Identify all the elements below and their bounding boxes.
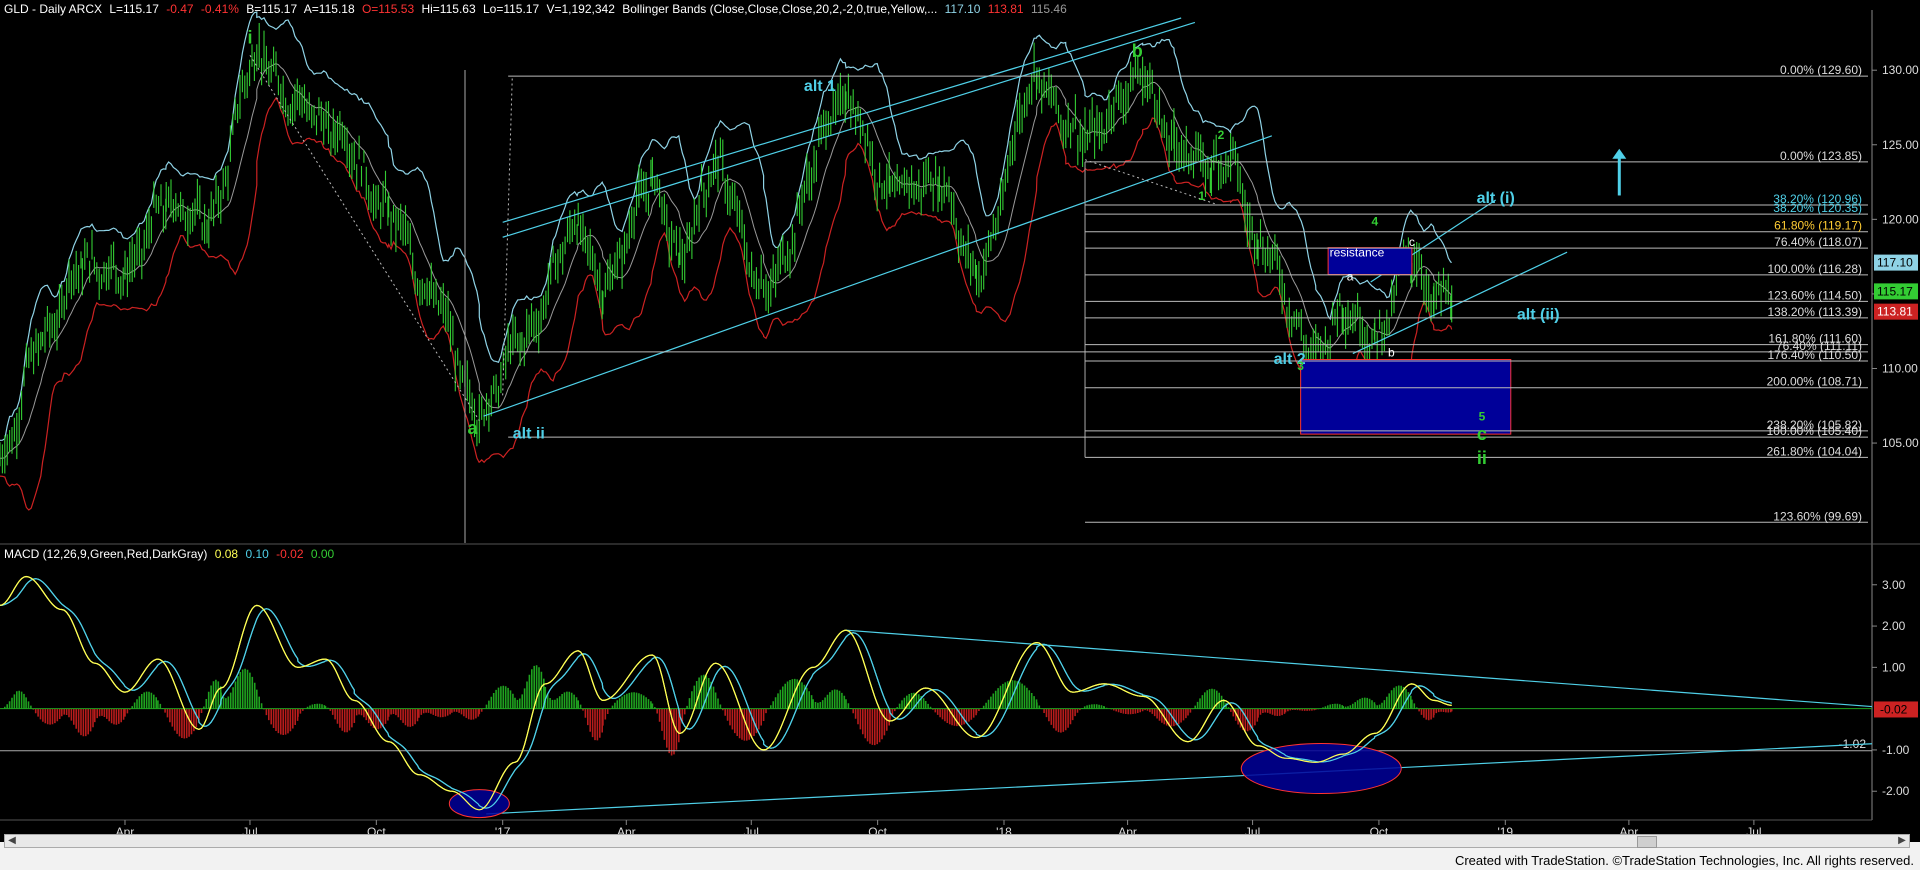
bb-lower-value: 113.81 [987,2,1024,16]
copyright-footer: Created with TradeStation. ©TradeStation… [1454,853,1914,868]
price-axis: 105.00110.00115.00120.00125.00130.00-2.0… [0,10,1920,821]
target-boxes [1300,247,1512,435]
fib-level-label: 0.00% (129.60) [1780,63,1862,77]
bb-upper-value: 117.10 [944,2,981,16]
wave-label: resistance [1330,246,1385,260]
middle-bollinger-band [0,63,1453,459]
scrollbar-thumb[interactable] [1637,836,1657,848]
fib-level-label: 176.40% (110.50) [1767,348,1862,362]
fib-level-label: 100.00% (105.40) [1767,424,1862,438]
low-price: Lo=115.17 [482,2,540,16]
fib-level-label: 138.20% (113.39) [1767,305,1862,319]
price-axis-label: 105.00 [1882,436,1919,450]
fib-level-label: 0.00% (123.85) [1780,149,1862,163]
macd-value-1: 0.08 [214,547,239,561]
wave-label: a [1347,269,1354,283]
lower-bollinger-band [0,96,1453,511]
fib-level-label: 123.60% (99.69) [1773,509,1862,523]
price-badge-label: 117.10 [1877,256,1913,270]
change-percent: -0.41% [200,2,239,16]
price-header: GLD - Daily ARCX L=115.17 -0.47 -0.41% B… [4,2,1071,16]
chart-canvas: 0.00% (129.60) 0.00% (123.85) 38.20% (120.… [0,10,1920,839]
dotted-drop-line [249,55,480,421]
price-axis-label: 120.00 [1882,212,1919,226]
macd-value-4: 0.00 [310,547,335,561]
wave-label: a [467,418,478,438]
price-badge-label: 113.81 [1877,305,1913,319]
fib-level-label: 200.00% (108.71) [1767,375,1862,389]
macd-value-2: 0.10 [245,547,269,561]
change-value: -0.47 [166,2,194,16]
macd-divergence-highlight [1240,743,1402,795]
volume: V=1,192,342 [546,2,615,16]
scroll-left-icon[interactable]: ◀ [5,835,19,847]
macd-value-badge-label: -0.02 [1880,702,1908,716]
wave-label: c [1477,424,1487,444]
wave-label: b [1132,41,1143,61]
lower-channel-line [483,135,1273,417]
macd-uptrend-line [486,743,1873,815]
price-axis-label: 110.00 [1882,361,1918,375]
price-badges: 117.10 115.17 113.81 [1874,254,1918,320]
ask-price: A=115.18 [303,2,355,16]
arrow-up-icon-head [1612,148,1627,159]
wave-label: 3 [1297,359,1304,373]
high-price: Hi=115.63 [421,2,476,16]
wave-label: ii [1477,448,1487,468]
fib-level-label: 38.20% (120.35) [1773,201,1862,215]
macd-axis-label: 1.00 [1882,660,1906,674]
wave-label: 4 [1371,214,1378,228]
wave-label: alt 1 [804,78,836,95]
wave-label: alt ii [513,426,545,443]
wave-label: 1 [1198,189,1205,203]
fib-level-label: 123.60% (114.50) [1767,288,1862,302]
macd-header: MACD (12,26,9,Green,Red,DarkGray) 0.08 0… [4,547,338,561]
open-price: O=115.53 [361,2,415,16]
macd-label: MACD (12,26,9,Green,Red,DarkGray) [4,547,208,561]
last-price: L=115.17 [109,2,159,16]
fib-level-label: 61.80% (119.17) [1774,219,1862,233]
wave-label: c [1409,235,1415,249]
price-axis-label: 125.00 [1882,138,1919,152]
price-axis-label: 130.00 [1882,63,1919,77]
macd-axis-label: 2.00 [1882,619,1906,633]
scroll-right-icon[interactable]: ▶ [1895,835,1909,847]
bollinger-bands [0,11,1453,511]
bb-mid-value: 115.46 [1030,2,1067,16]
fibonacci-levels: 0.00% (129.60) 0.00% (123.85) 38.20% (120.… [508,63,1868,523]
wave-label: alt (i) [1477,190,1515,207]
wave-label: i [247,27,252,47]
dotted-decline-line [1084,159,1218,205]
macd-axis-label: -2.00 [1882,784,1910,798]
wave-label: 2 [1218,128,1225,142]
wave-label: 5 [1479,410,1486,424]
fib-level-label: 76.40% (118.07) [1774,235,1862,249]
macd-value-3: -0.02 [276,547,304,561]
study-label: Bollinger Bands (Close,Close,Close,20,2,… [622,2,938,16]
wave-label: alt (ii) [1517,306,1560,323]
macd-panel: -1.02-0.02 [0,575,1918,819]
symbol-info: GLD - Daily ARCX [4,2,103,16]
price-badge-label: 115.17 [1877,284,1913,298]
wave-label: b [1388,346,1395,360]
macd-axis-label: 3.00 [1882,578,1906,592]
fib-level-label: 261.80% (104.04) [1767,444,1862,458]
horizontal-scrollbar[interactable]: ◀ ▶ [4,834,1910,848]
bid-price: B=115.17 [246,2,298,16]
macd-axis-label: -1.00 [1882,743,1910,757]
fib-level-label: 100.00% (116.28) [1767,262,1862,276]
